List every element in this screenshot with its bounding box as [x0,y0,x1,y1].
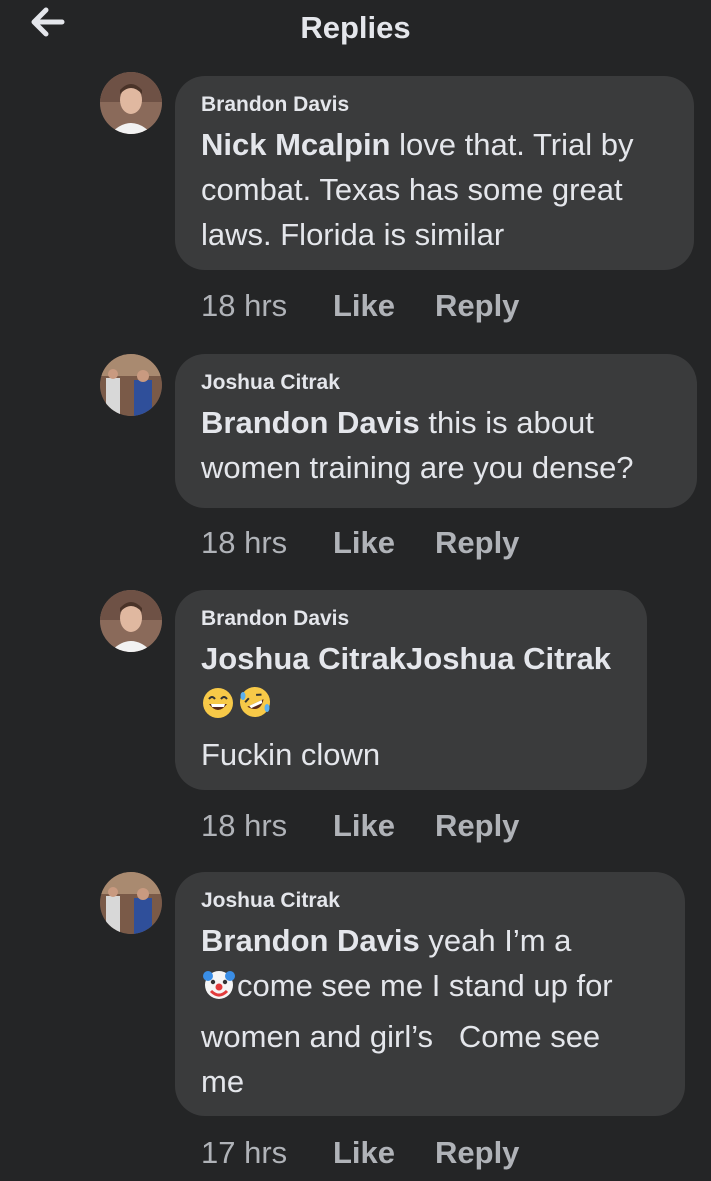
comment-author[interactable]: Brandon Davis [201,92,668,118]
timestamp: 18 hrs [201,525,288,560]
grinning-face-emoji [201,686,235,732]
timestamp: 17 hrs [201,1135,288,1170]
reply-button[interactable]: Reply [435,1133,519,1173]
timestamp: 18 hrs [201,288,288,323]
avatar[interactable] [100,872,162,934]
comment-author[interactable]: Joshua Citrak [201,370,671,396]
like-button[interactable]: Like [333,1133,395,1173]
avatar[interactable] [100,590,162,652]
comment-text: Nick Mcalpin love that. Trial by combat. … [201,127,634,252]
comment-text: Brandon Davis yeah I’m a come see me I st… [201,923,613,1099]
reply-button[interactable]: Reply [435,286,519,326]
rofl-emoji [237,684,273,732]
comment-text: Brandon Davis this is about women trainin… [201,405,634,485]
comment-author[interactable]: Joshua Citrak [201,888,659,914]
page-title: Replies [300,10,411,45]
like-button[interactable]: Like [333,523,395,563]
clown-face-emoji [201,966,237,1014]
like-button[interactable]: Like [333,806,395,846]
comment-bubble: Joshua Citrak Brandon Davis this is abou… [175,354,697,508]
comment-bubble: Joshua Citrak Brandon Davis yeah I’m a co… [175,872,685,1116]
header-bar: Replies [0,0,711,56]
comment-text: Joshua CitrakJoshua Citrak Fuckin clown [201,641,612,772]
mention-link[interactable]: Joshua CitrakJoshua Citrak [201,641,611,676]
reply-button[interactable]: Reply [435,806,519,846]
reply-button[interactable]: Reply [435,523,519,563]
mention-link[interactable]: Nick Mcalpin [201,127,391,162]
avatar[interactable] [100,354,162,416]
timestamp: 18 hrs [201,808,288,843]
avatar[interactable] [100,72,162,134]
mention-link[interactable]: Brandon Davis [201,923,420,958]
comment-author[interactable]: Brandon Davis [201,606,621,632]
like-button[interactable]: Like [333,286,395,326]
mention-link[interactable]: Brandon Davis [201,405,420,440]
comment-bubble: Brandon Davis Nick Mcalpin love that. Tr… [175,76,694,270]
comment-bubble: Brandon Davis Joshua CitrakJoshua Citrak… [175,590,647,790]
